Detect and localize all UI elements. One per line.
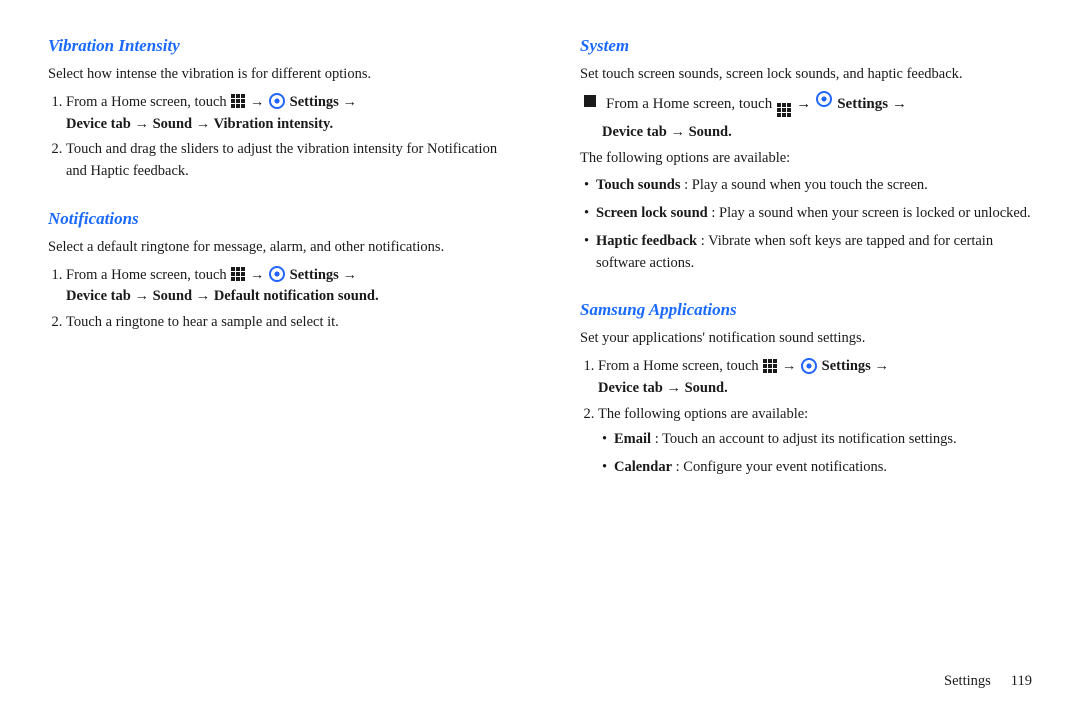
samsung-calendar-option: Calendar : Configure your event notifica… xyxy=(602,457,1032,479)
step1-bold: Device tab → Sound → Vibration intensity… xyxy=(66,116,333,132)
vibration-step-2: Touch and drag the sliders to adjust the… xyxy=(66,139,500,183)
notif-step-1: From a Home screen, touch → Settings → D… xyxy=(66,265,500,309)
vibration-intensity-title: Vibration Intensity xyxy=(48,36,500,56)
notif-settings-icon xyxy=(269,266,285,282)
email-label: Email xyxy=(614,431,651,447)
system-bullet-item: From a Home screen, touch → Settings → xyxy=(584,92,1032,118)
touch-sounds-desc: : Play a sound when you touch the screen… xyxy=(684,177,928,193)
step1-arrow2: → xyxy=(342,94,357,110)
samsung-step1-bold: Device tab → Sound. xyxy=(598,380,728,396)
notifications-section: Notifications Select a default ringtone … xyxy=(48,209,500,334)
content-area: Vibration Intensity Select how intense t… xyxy=(48,36,1032,663)
system-section: System Set touch screen sounds, screen l… xyxy=(580,36,1032,274)
footer: Settings 119 xyxy=(48,663,1032,690)
bullet-square-icon xyxy=(584,95,596,107)
calendar-label: Calendar xyxy=(614,459,672,475)
left-column: Vibration Intensity Select how intense t… xyxy=(48,36,540,663)
system-option-screen-lock: Screen lock sound : Play a sound when yo… xyxy=(584,203,1032,225)
samsung-settings-label: Settings xyxy=(822,358,875,374)
footer-page-number: 119 xyxy=(1011,673,1032,690)
system-intro: Set touch screen sounds, screen lock sou… xyxy=(580,64,1032,86)
step1-text-before: From a Home screen, touch xyxy=(66,94,230,110)
settings-icon xyxy=(269,93,285,109)
notif-step1-arrow1: → xyxy=(250,267,268,283)
samsung-options-list: Email : Touch an account to adjust its n… xyxy=(602,429,1032,479)
notif-step-2: Touch a ringtone to hear a sample and se… xyxy=(66,312,500,334)
system-bullet-list: From a Home screen, touch → Settings → xyxy=(584,92,1032,118)
system-option-haptic: Haptic feedback : Vibrate when soft keys… xyxy=(584,231,1032,275)
page: Vibration Intensity Select how intense t… xyxy=(0,0,1080,720)
samsung-arrow1: → xyxy=(782,358,800,374)
samsung-grid-icon xyxy=(763,359,777,373)
step1-settings: Settings xyxy=(290,94,343,110)
notifications-steps: From a Home screen, touch → Settings → D… xyxy=(66,265,500,334)
notif-step1-arrow2: → xyxy=(342,267,357,283)
notif-step1-settings: Settings xyxy=(290,267,343,283)
email-desc: : Touch an account to adjust its notific… xyxy=(655,431,957,447)
samsung-step2-text: The following options are available: xyxy=(598,406,808,422)
haptic-label: Haptic feedback xyxy=(596,233,697,249)
sys-arrow2: → xyxy=(892,96,907,113)
screen-lock-label: Screen lock sound xyxy=(596,205,708,221)
step2-text: Touch and drag the sliders to adjust the… xyxy=(66,141,497,179)
samsung-intro: Set your applications' notification soun… xyxy=(580,328,1032,350)
screen-lock-desc: : Play a sound when your screen is locke… xyxy=(711,205,1030,221)
touch-sounds-label: Touch sounds xyxy=(596,177,681,193)
sys-following: The following options are available: xyxy=(580,148,1032,170)
step1-arrow1: → xyxy=(250,94,268,110)
notifications-title: Notifications xyxy=(48,209,500,229)
grid-icon xyxy=(231,94,245,108)
system-option-touch-sounds: Touch sounds : Play a sound when you tou… xyxy=(584,175,1032,197)
sys-grid-icon xyxy=(777,103,791,117)
samsung-settings-icon xyxy=(801,358,817,374)
system-options-list: Touch sounds : Play a sound when you tou… xyxy=(584,175,1032,274)
vibration-steps: From a Home screen, touch → Settings → D… xyxy=(66,92,500,183)
notifications-intro: Select a default ringtone for message, a… xyxy=(48,237,500,259)
notif-step1-bold: Device tab → Sound → Default notificatio… xyxy=(66,288,379,304)
sys-settings-label: Settings xyxy=(837,96,888,113)
vibration-intro: Select how intense the vibration is for … xyxy=(48,64,500,86)
samsung-steps: From a Home screen, touch → Settings → D… xyxy=(598,356,1032,479)
samsung-arrow2: → xyxy=(874,358,889,374)
footer-label: Settings xyxy=(944,673,991,690)
system-title: System xyxy=(580,36,1032,56)
right-column: System Set touch screen sounds, screen l… xyxy=(540,36,1032,663)
notif-step1-before: From a Home screen, touch xyxy=(66,267,230,283)
vibration-step-1: From a Home screen, touch → Settings → D… xyxy=(66,92,500,136)
vibration-intensity-section: Vibration Intensity Select how intense t… xyxy=(48,36,500,183)
notif-grid-icon xyxy=(231,267,245,281)
calendar-desc: : Configure your event notifications. xyxy=(676,459,887,475)
sys-bullet-before: From a Home screen, touch xyxy=(606,96,772,113)
sys-arrow1: → xyxy=(796,96,811,113)
samsung-step-2: The following options are available: Ema… xyxy=(598,404,1032,479)
sys-settings-icon xyxy=(816,91,832,107)
samsung-step1-before: From a Home screen, touch xyxy=(598,358,762,374)
samsung-email-option: Email : Touch an account to adjust its n… xyxy=(602,429,1032,451)
samsung-applications-section: Samsung Applications Set your applicatio… xyxy=(580,300,1032,479)
samsung-step-1: From a Home screen, touch → Settings → D… xyxy=(598,356,1032,400)
sys-bold-path-text: Device tab → Sound. xyxy=(602,124,732,140)
notif-step2-text: Touch a ringtone to hear a sample and se… xyxy=(66,314,339,330)
samsung-title: Samsung Applications xyxy=(580,300,1032,320)
sys-bold-path: Device tab → Sound. xyxy=(602,122,1032,144)
